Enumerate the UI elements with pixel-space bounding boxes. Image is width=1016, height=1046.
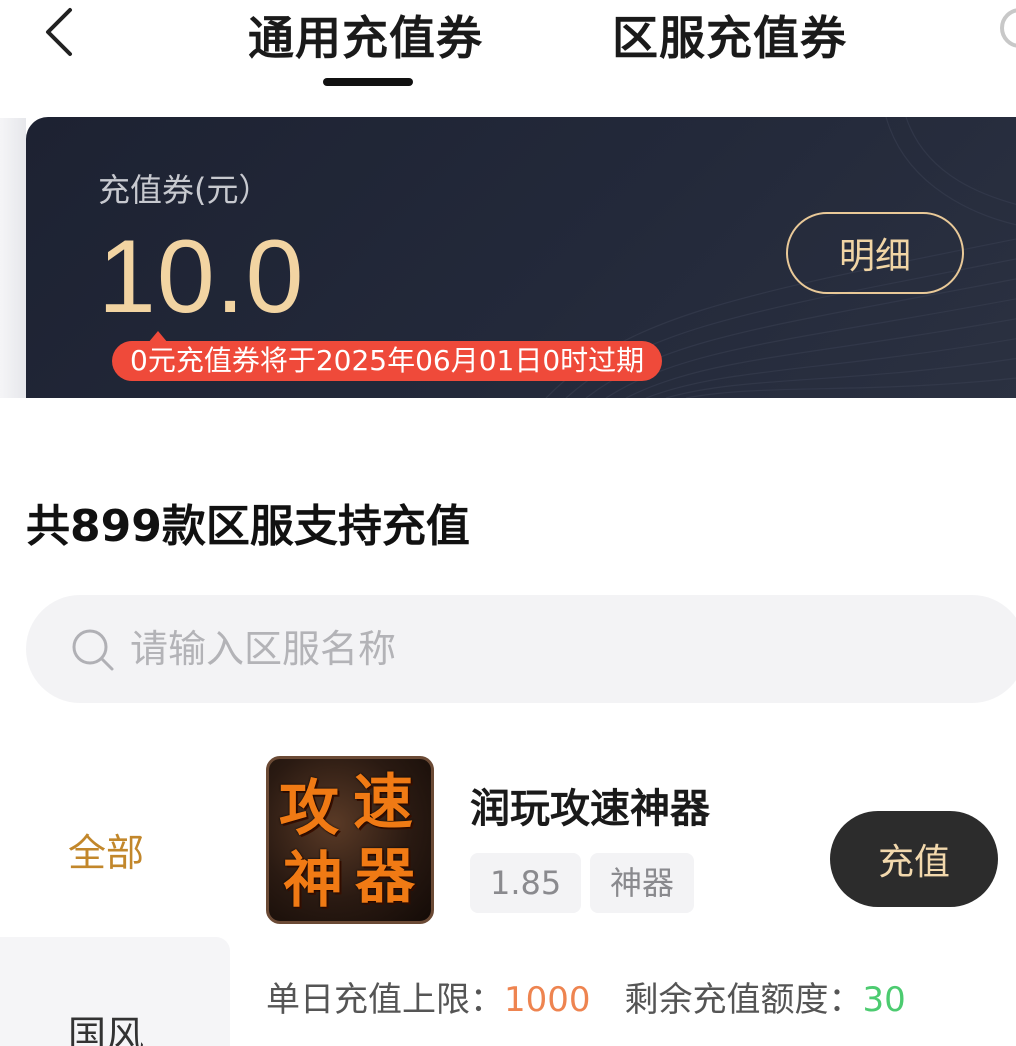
recharge-button[interactable]: 充值 [830, 811, 998, 907]
tooltip-arrow [148, 331, 168, 343]
search-icon [72, 629, 114, 671]
remaining-label: 剩余充值额度： [624, 980, 863, 1020]
expire-notice: 0元充值券将于2025年06月01日0时过期 [112, 331, 663, 381]
detail-button[interactable]: 明细 [786, 212, 964, 294]
expire-notice-text: 0元充值券将于2025年06月01日0时过期 [130, 344, 645, 377]
search-input[interactable] [130, 615, 830, 683]
game-icon-char: 攻 [279, 774, 339, 844]
sidebar-item-all[interactable]: 全部 [68, 822, 144, 877]
game-icon[interactable]: 攻 速 神 器 [266, 756, 434, 924]
game-icon-char: 速 [353, 768, 413, 838]
server-search-bar[interactable] [26, 595, 1016, 703]
tab-universal-voucher[interactable]: 通用充值券 [248, 2, 483, 68]
active-tab-indicator [323, 78, 413, 86]
game-icon-char: 器 [355, 842, 415, 912]
sidebar-item-guofeng[interactable]: 国风 [68, 1004, 144, 1046]
game-tag-discount: 1.85 [470, 853, 582, 913]
server-count-heading: 共899款区服支持充值 [26, 501, 470, 552]
help-icon[interactable] [1000, 8, 1016, 48]
back-chevron-icon [46, 8, 72, 56]
game-name[interactable]: 润玩攻速神器 [470, 776, 710, 834]
game-tag-category: 神器 [590, 853, 695, 913]
tab-server-voucher[interactable]: 区服充值券 [612, 2, 847, 68]
game-icon-char: 神 [283, 846, 343, 916]
remaining-value: 30 [862, 980, 906, 1020]
voucher-label: 充值券(元） [98, 171, 271, 209]
recharge-limits: 单日充值上限：1000 剩余充值额度：30 [266, 972, 906, 1021]
voucher-balance-card: 充值券(元） 10.0 明细 0元充值券将于2025年06月01日0时过期 [26, 117, 1016, 398]
back-button[interactable] [36, 4, 86, 60]
daily-limit-value: 1000 [504, 980, 591, 1020]
daily-limit-label: 单日充值上限： [266, 980, 504, 1020]
voucher-amount: 10.0 [98, 219, 305, 335]
card-edge-shadow [0, 118, 26, 398]
